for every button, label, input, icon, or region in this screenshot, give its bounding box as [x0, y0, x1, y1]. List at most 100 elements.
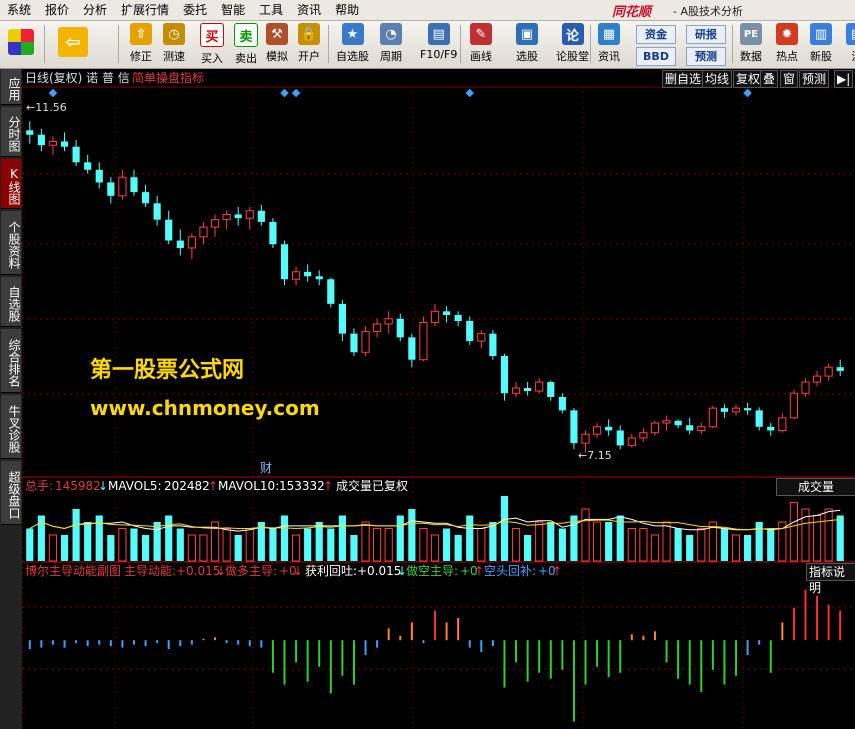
candle-body [662, 420, 671, 424]
brand-subtitle: - A股技术分析 [673, 5, 743, 18]
chart-tab-2[interactable]: 均线 [702, 70, 733, 88]
candle-body [361, 330, 370, 353]
mavol10-label: MAVOL10: [218, 479, 280, 493]
candle-body [708, 407, 717, 428]
menu-item[interactable]: 帮助 [328, 0, 366, 20]
toolbar-button-label: 修正 [130, 50, 152, 63]
volume-bar [118, 528, 127, 562]
menu-item[interactable]: 委托 [176, 0, 214, 20]
report-button[interactable]: 研报 [686, 25, 726, 44]
kline-chart[interactable]: 日线(复权) 诺 普 信 简单操盘指标 删自选 均线 复权叠窗预测 ▶| ←11.56… [22, 69, 855, 729]
period-icon: ◔ [380, 23, 402, 45]
toolbar-button-label: F10/F9 [420, 48, 458, 61]
candle-body [95, 169, 103, 183]
indicator-help-button[interactable]: 指标说明 [806, 563, 855, 595]
menu-item[interactable]: 智能 [214, 0, 252, 20]
finance-marker[interactable]: 财 [260, 459, 272, 476]
volume-bar [500, 496, 509, 561]
signal-marker [465, 88, 474, 98]
sh-icon: ▤ [846, 23, 855, 45]
toolbar-button-12[interactable]: 论论股堂 [556, 23, 589, 66]
layout-button[interactable] [8, 23, 34, 66]
candle-body [674, 420, 682, 426]
candle-body [755, 410, 763, 427]
sidebar-tab-8[interactable]: 超级盘口 [1, 461, 21, 525]
volume-bar [327, 528, 335, 561]
sell-icon: 卖 [234, 23, 258, 47]
candle-body [257, 210, 265, 222]
volume-bar [592, 521, 602, 562]
chart-tab-6[interactable]: 预测 [799, 70, 830, 88]
sidebar-tab-5[interactable]: 自选股 [1, 277, 21, 327]
indicator-name[interactable]: 简单操盘指标 [132, 69, 204, 87]
toolbar-button-11[interactable]: ▣ 选股 [516, 23, 538, 66]
toolbar-button-1[interactable]: ⇧ 修正 [130, 23, 152, 66]
menu-item[interactable]: 资讯 [290, 0, 328, 20]
momentum-value: +0.015 [176, 564, 221, 578]
menu-item[interactable]: 工具 [252, 0, 290, 20]
candle-body [442, 311, 451, 316]
toolbar-button-14[interactable]: PE 数据 [740, 23, 762, 66]
volume-button[interactable]: 成交量 [776, 478, 855, 496]
chart-tab-5[interactable]: 窗 [780, 70, 799, 88]
toolbar-button-8[interactable]: ◔ 周期 [380, 23, 402, 66]
forecast-button[interactable]: 预测 [686, 47, 726, 66]
volume-bar [605, 522, 613, 561]
fund-button[interactable]: 资金 [636, 25, 676, 44]
toolbar-button-label: 新股 [810, 50, 832, 63]
brand-logo: 同花顺 [612, 5, 652, 20]
candle-body [234, 214, 242, 219]
menu-item[interactable]: 系统 [0, 0, 38, 20]
signal-marker [280, 88, 289, 98]
volume-bar [744, 535, 752, 561]
volume-bar [245, 528, 254, 562]
subchart-name[interactable]: 博尔主导动能副图 [25, 563, 121, 579]
bbd-button[interactable]: BBD [636, 47, 676, 66]
chart-tab-1[interactable]: 删自选 [662, 70, 705, 88]
volume-bar [477, 528, 486, 562]
toolbar-button-13[interactable]: ▦ 资讯 [598, 23, 620, 66]
menu-item[interactable]: 分析 [76, 0, 114, 20]
toolbar-button-4[interactable]: 卖卖出 [234, 23, 258, 66]
toolbar-button-label: 自选股 [336, 50, 369, 63]
toolbar-button-6[interactable]: 🔒 开户 [298, 23, 320, 66]
candle-body [778, 417, 787, 431]
volume-bar [558, 528, 566, 561]
sidebar-tab-6[interactable]: 综合排名 [1, 329, 21, 393]
chart-tab-4[interactable]: 叠 [760, 70, 779, 88]
chart-tab-3[interactable]: 复权 [733, 70, 764, 88]
back-button[interactable]: ⇦ [58, 23, 88, 66]
toolbar-button-10[interactable]: ✎ 画线 [470, 23, 492, 66]
candle-body [581, 433, 590, 444]
candle-body [744, 408, 752, 411]
grid-icon [8, 29, 34, 55]
toolbar-button-3[interactable]: 买买入 [200, 23, 224, 66]
f10-icon: ▤ [427, 23, 450, 45]
sidebar-tab-7[interactable]: 牛叉诊股 [1, 395, 21, 459]
menu-item[interactable]: 扩展行情 [114, 0, 176, 20]
candle-body [419, 321, 428, 361]
sidebar-tab-3[interactable]: K线图 [1, 159, 21, 209]
candle-body [511, 387, 521, 394]
long-label: 做多主导: [225, 564, 278, 578]
candle-body [616, 430, 624, 446]
sidebar-tab-2[interactable]: 分时图 [1, 107, 21, 157]
sidebar-tab-1[interactable]: 应用 [1, 69, 21, 105]
star-icon: ★ [341, 23, 364, 45]
candle-body [767, 426, 775, 431]
menu-item[interactable]: 报价 [38, 0, 76, 20]
toolbar-button-16[interactable]: ▥ 新股 [810, 23, 832, 66]
toolbar-button-17[interactable]: ▤沪 [846, 23, 855, 66]
sidebar-tab-4[interactable]: 个股资料 [1, 211, 21, 275]
toolbar-button-5[interactable]: ⚒ 模拟 [266, 23, 288, 66]
candle-body [130, 177, 138, 193]
screen-icon: ▣ [516, 23, 538, 45]
toolbar-button-2[interactable]: ◷ 测速 [163, 23, 185, 66]
candle-body [639, 432, 648, 439]
toolbar-button-7[interactable]: ★ 自选股 [336, 23, 369, 66]
volume-bar [315, 522, 323, 561]
next-page-icon[interactable]: ▶| [834, 70, 854, 88]
toolbar-button-9[interactable]: ▤ F10/F9 [420, 23, 457, 66]
toolbar-button-15[interactable]: ✹ 热点 [776, 23, 798, 66]
candle-body [500, 355, 509, 394]
